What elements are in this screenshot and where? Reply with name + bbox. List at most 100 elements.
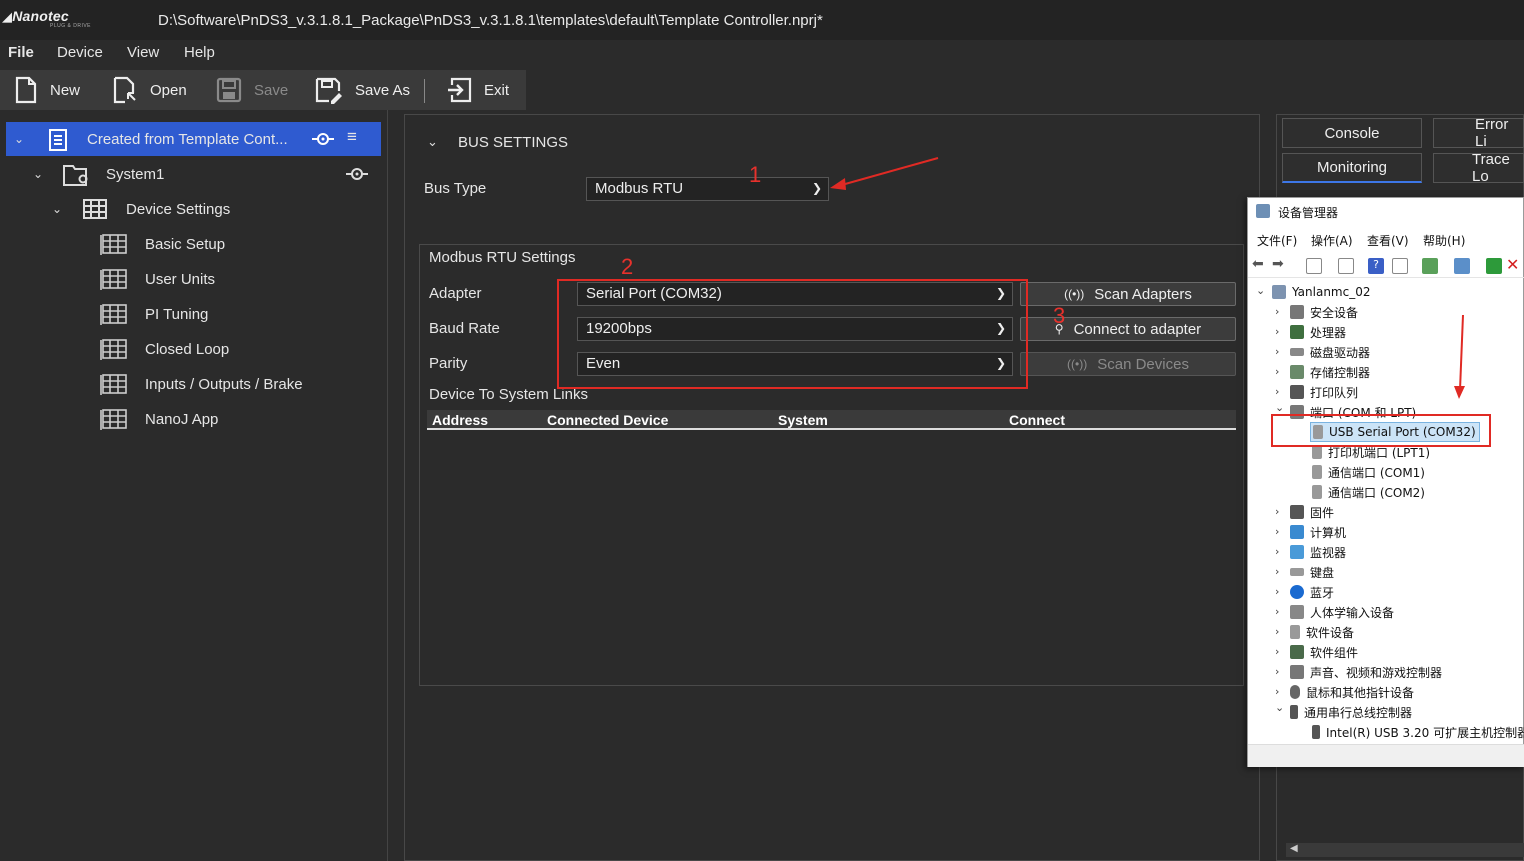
new-button[interactable]: New	[14, 70, 80, 110]
rtu-settings-title: Modbus RTU Settings	[429, 249, 576, 266]
chevron-down-icon[interactable]: ⌄	[1256, 284, 1265, 297]
dm-node-print-queue[interactable]: 打印队列	[1290, 382, 1358, 402]
exit-button[interactable]: Exit	[446, 70, 509, 110]
dm-usb-host-controller[interactable]: Intel(R) USB 3.20 可扩展主机控制器	[1312, 722, 1524, 742]
dm-menu-file[interactable]: 文件(F)	[1257, 232, 1297, 249]
chevron-right-icon[interactable]: ›	[1275, 345, 1279, 358]
dm-menu-action[interactable]: 操作(A)	[1311, 232, 1353, 249]
scan-devices-button[interactable]: ((•)) Scan Devices	[1020, 352, 1236, 376]
menu-view[interactable]: View	[127, 44, 159, 61]
chevron-down-icon[interactable]: ⌄	[14, 132, 24, 146]
collapse-chevron-icon[interactable]: ⌄	[427, 134, 438, 150]
tree-item-inputs-outputs-brake[interactable]: Inputs / Outputs / Brake	[0, 367, 387, 401]
chevron-down-icon[interactable]: ⌄	[52, 202, 62, 216]
chevron-right-icon[interactable]: ›	[1275, 365, 1279, 378]
dm-node-processor[interactable]: 处理器	[1290, 322, 1346, 342]
scroll-left-icon[interactable]: ◀	[1290, 843, 1298, 854]
dm-node-software-device[interactable]: 软件设备	[1290, 622, 1354, 642]
chevron-right-icon[interactable]: ›	[1275, 545, 1279, 558]
chevron-right-icon[interactable]: ›	[1275, 385, 1279, 398]
device-manager-title: 设备管理器	[1278, 206, 1339, 220]
column-header[interactable]: Address	[432, 412, 488, 428]
menu-file[interactable]: File	[8, 44, 34, 61]
table-grid-icon	[100, 409, 127, 430]
table-divider	[427, 428, 1236, 430]
dm-status-bar	[1248, 744, 1524, 767]
properties-icon[interactable]	[1306, 258, 1322, 274]
chevron-right-icon[interactable]: ›	[1275, 645, 1279, 658]
chevron-right-icon[interactable]: ›	[1275, 305, 1279, 318]
back-arrow-icon[interactable]: ⬅	[1252, 256, 1268, 272]
menu-bar: File Device View Help	[0, 40, 1524, 66]
tree-item-system[interactable]: ⌄ System1	[0, 157, 387, 191]
chevron-down-icon[interactable]: ⌄	[1275, 401, 1284, 414]
dm-root-node[interactable]: Yanlanmc_02	[1272, 282, 1371, 302]
chevron-right-icon[interactable]: ›	[1275, 665, 1279, 678]
dm-toolbar: ⬅ ➡ ? ✕	[1248, 254, 1524, 278]
dm-menu-help[interactable]: 帮助(H)	[1423, 232, 1465, 249]
dm-node-security[interactable]: 安全设备	[1290, 302, 1358, 322]
tree-item-pi-tuning[interactable]: PI Tuning	[0, 297, 387, 331]
tree-item-nanoj-app[interactable]: NanoJ App	[0, 402, 387, 436]
monitor-icon[interactable]	[1454, 258, 1470, 274]
help-icon[interactable]: ?	[1368, 258, 1384, 274]
dm-node-monitor[interactable]: 监视器	[1290, 542, 1346, 562]
menu-device[interactable]: Device	[57, 44, 103, 61]
save-button[interactable]: Save	[216, 70, 288, 110]
dm-node-bluetooth[interactable]: 蓝牙	[1290, 582, 1334, 602]
forward-arrow-icon[interactable]: ➡	[1272, 256, 1288, 272]
dm-node-usb-controllers[interactable]: 通用串行总线控制器	[1290, 702, 1412, 722]
dm-menu-view[interactable]: 查看(V)	[1367, 232, 1409, 249]
main-toolbar: New Open Save Save As Exit	[0, 70, 526, 110]
dm-node-keyboard[interactable]: 键盘	[1290, 562, 1334, 582]
connect-icon[interactable]	[346, 165, 368, 183]
column-header[interactable]: System	[778, 412, 828, 428]
horizontal-scrollbar[interactable]: ◀	[1286, 843, 1524, 857]
uninstall-icon[interactable]: ✕	[1506, 255, 1522, 274]
tab-console[interactable]: Console	[1282, 118, 1422, 148]
tab-trace-log[interactable]: Trace Lo	[1433, 151, 1524, 185]
dm-node-software-component[interactable]: 软件组件	[1290, 642, 1358, 662]
chevron-down-icon[interactable]: ⌄	[33, 167, 43, 181]
hamburger-menu-icon[interactable]: ≡	[347, 127, 357, 147]
tree-item-project[interactable]: ⌄ Created from Template Cont... ≡	[6, 122, 381, 156]
chevron-right-icon[interactable]: ›	[1275, 505, 1279, 518]
scan-hardware-icon[interactable]	[1422, 258, 1438, 274]
update-driver-icon[interactable]	[1486, 258, 1502, 274]
dm-node-hid[interactable]: 人体学输入设备	[1290, 602, 1394, 622]
tree-item-device-settings[interactable]: ⌄ Device Settings	[0, 192, 387, 226]
dm-node-firmware[interactable]: 固件	[1290, 502, 1334, 522]
table-grid-icon	[100, 234, 127, 255]
chevron-right-icon[interactable]: ›	[1275, 685, 1279, 698]
dm-node-storage[interactable]: 存储控制器	[1290, 362, 1370, 382]
chevron-right-icon[interactable]: ›	[1275, 325, 1279, 338]
chevron-right-icon[interactable]: ›	[1275, 625, 1279, 638]
open-button[interactable]: Open	[112, 70, 187, 110]
column-header[interactable]: Connected Device	[547, 412, 668, 428]
dm-node-mouse[interactable]: 鼠标和其他指针设备	[1290, 682, 1414, 702]
refresh-list-icon[interactable]	[1338, 258, 1354, 274]
tab-error-list[interactable]: Error Li	[1433, 116, 1524, 150]
chevron-right-icon[interactable]: ›	[1275, 605, 1279, 618]
menu-help[interactable]: Help	[184, 44, 215, 61]
save-as-button[interactable]: Save As	[315, 70, 410, 110]
connect-icon[interactable]	[312, 130, 334, 148]
chevron-down-icon[interactable]: ⌄	[1275, 701, 1284, 714]
dm-node-sound[interactable]: 声音、视频和游戏控制器	[1290, 662, 1442, 682]
view-icon[interactable]	[1392, 258, 1408, 274]
chevron-right-icon[interactable]: ›	[1275, 525, 1279, 538]
tree-item-basic-setup[interactable]: Basic Setup	[0, 227, 387, 261]
chevron-right-icon[interactable]: ›	[1275, 565, 1279, 578]
dm-port-com2[interactable]: 通信端口 (COM2)	[1312, 482, 1425, 502]
column-header[interactable]: Connect	[1009, 412, 1065, 428]
dm-node-computer[interactable]: 计算机	[1290, 522, 1346, 542]
tree-item-closed-loop[interactable]: Closed Loop	[0, 332, 387, 366]
dm-node-disk[interactable]: 磁盘驱动器	[1290, 342, 1370, 362]
bus-type-select[interactable]: Modbus RTU ❯	[586, 177, 829, 201]
new-file-icon	[15, 76, 37, 104]
chevron-right-icon[interactable]: ›	[1275, 585, 1279, 598]
tab-monitoring[interactable]: Monitoring	[1282, 153, 1422, 183]
dm-port-com1[interactable]: 通信端口 (COM1)	[1312, 462, 1425, 482]
tree-item-user-units[interactable]: User Units	[0, 262, 387, 296]
logo-icon: ◢	[2, 9, 13, 24]
